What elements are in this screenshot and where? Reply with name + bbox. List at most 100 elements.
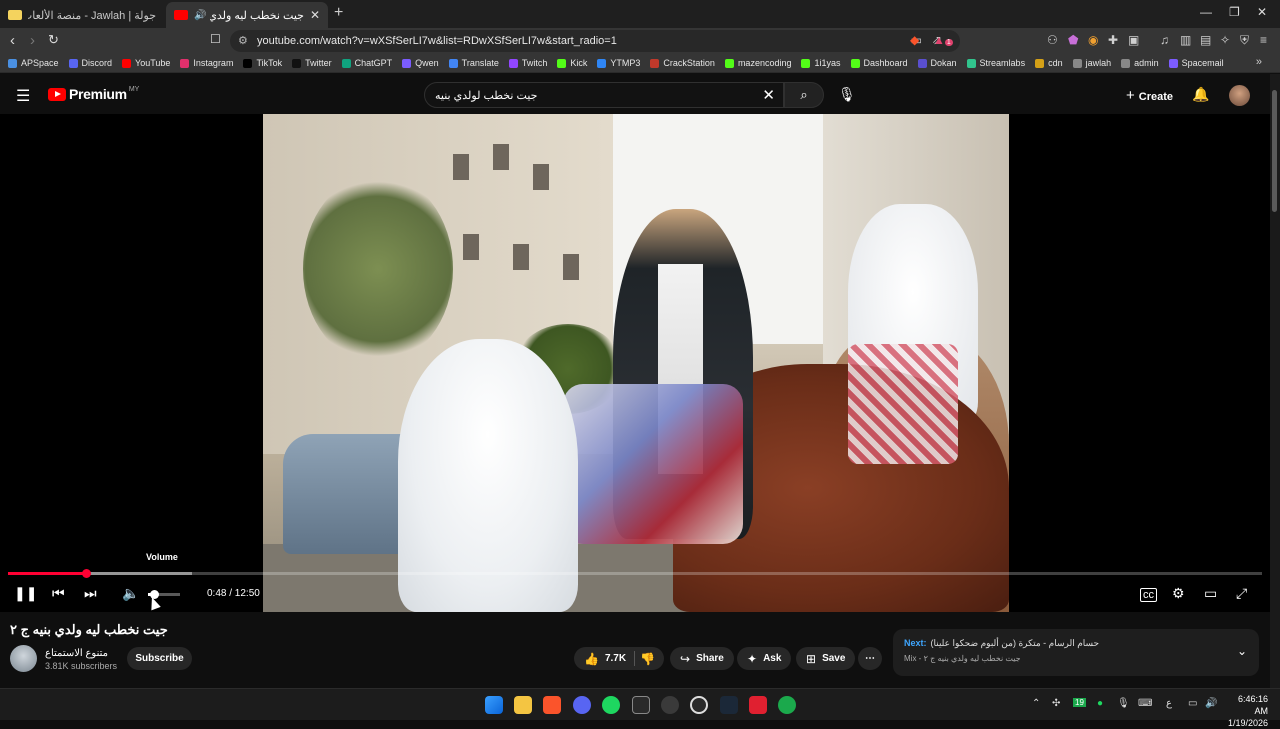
- steam-icon[interactable]: [720, 696, 738, 714]
- microphone-icon[interactable]: 🎙: [1117, 698, 1130, 709]
- volume-tray-icon[interactable]: 🔊: [1205, 698, 1217, 709]
- bookmark-qwen[interactable]: Qwen: [402, 58, 439, 68]
- brave-shield-icon[interactable]: ◆: [910, 33, 919, 47]
- network-icon[interactable]: ▭: [1188, 698, 1197, 709]
- search-button[interactable]: ⌕: [784, 82, 824, 108]
- extension-1-icon[interactable]: ⚇: [1047, 33, 1058, 47]
- close-tab-icon[interactable]: ✕: [310, 8, 320, 22]
- account-avatar[interactable]: [1229, 85, 1250, 106]
- speaker-icon[interactable]: 🔊: [194, 10, 206, 21]
- app-icon[interactable]: [661, 696, 679, 714]
- reload-icon[interactable]: ↻: [48, 32, 59, 48]
- obs-icon[interactable]: [690, 696, 708, 714]
- extension-3-icon[interactable]: ◉: [1088, 33, 1098, 47]
- windows-start-icon[interactable]: [485, 696, 503, 714]
- create-button[interactable]: + Create: [1126, 87, 1173, 104]
- theater-mode-icon[interactable]: ▭: [1204, 585, 1217, 602]
- search-input[interactable]: جيت نخطب لولدي بنيه ✕: [424, 82, 784, 108]
- tab-youtube-active[interactable]: 🔊 جيت نخطب ليه ولدي بنيه ج ٢ - ✕: [166, 2, 328, 28]
- bookmark-instagram[interactable]: Instagram: [180, 58, 233, 68]
- sidebar-icon[interactable]: ▥: [1180, 33, 1191, 47]
- bookmark-tiktok[interactable]: TikTok: [243, 58, 282, 68]
- bookmark-ytmp3[interactable]: YTMP3: [597, 58, 640, 68]
- clear-search-icon[interactable]: ✕: [762, 86, 775, 104]
- like-thumb-icon[interactable]: 👍: [584, 652, 599, 666]
- chevron-down-icon[interactable]: ⌄: [1237, 644, 1247, 658]
- new-tab-button[interactable]: +: [334, 4, 343, 22]
- bookmark-1i1yas[interactable]: 1i1yas: [801, 58, 841, 68]
- url-text[interactable]: youtube.com/watch?v=wXSfSerLI7w&list=RDw…: [257, 35, 617, 47]
- settings-gear-icon[interactable]: ⚙: [1172, 585, 1185, 602]
- file-explorer-icon[interactable]: [514, 696, 532, 714]
- brave-browser-icon[interactable]: [543, 696, 561, 714]
- video-frame[interactable]: [263, 114, 1009, 612]
- scrollbar-thumb[interactable]: [1272, 90, 1277, 212]
- channel-name[interactable]: متنوع الاستمتاع: [45, 648, 108, 659]
- voice-search-icon[interactable]: 🎙: [838, 86, 856, 103]
- video-player[interactable]: Volume ❚❚ ⏮ ⏭ 🔈 0:48 / 12:50 cc ⚙ ▭ ⤢: [0, 114, 1270, 612]
- bookmark-kick[interactable]: Kick: [557, 58, 587, 68]
- channel-avatar[interactable]: [10, 645, 37, 672]
- app-k-icon[interactable]: [749, 696, 767, 714]
- more-actions-button[interactable]: ⋯: [858, 647, 882, 670]
- bookmark-mazencoding[interactable]: mazencoding: [724, 58, 791, 68]
- wallet-icon[interactable]: ▤: [1200, 33, 1211, 47]
- media-icon[interactable]: ♫: [1160, 33, 1169, 47]
- tab-jawlah[interactable]: جولة | Jawlah - منصة الألعاب التفاعلية: [0, 2, 164, 28]
- brave-rewards-icon[interactable]: ▲ 1: [933, 33, 953, 47]
- system-clock[interactable]: 6:46:16 AM 1/19/2026: [1224, 693, 1268, 729]
- nzxt-icon[interactable]: [632, 696, 650, 714]
- bookmark-streamlabs[interactable]: Streamlabs: [966, 58, 1025, 68]
- fullscreen-icon[interactable]: ⤢: [1236, 585, 1247, 602]
- dislike-thumb-icon[interactable]: 👎: [640, 652, 655, 666]
- scrubber-knob[interactable]: [81, 569, 91, 578]
- bookmark-twitch[interactable]: Twitch: [508, 58, 547, 68]
- bookmark-dokan[interactable]: Dokan: [917, 58, 957, 68]
- bookmark-youtube[interactable]: YouTube: [122, 58, 170, 68]
- input-language[interactable]: ع: [1166, 698, 1172, 709]
- bookmarks-overflow-icon[interactable]: »: [1256, 56, 1262, 68]
- bookmark-chatgpt[interactable]: ChatGPT: [341, 58, 392, 68]
- tray-app-icon[interactable]: ✣: [1052, 698, 1060, 709]
- close-window-icon[interactable]: ✕: [1257, 5, 1267, 19]
- next-icon[interactable]: ⏭: [84, 585, 97, 602]
- save-button[interactable]: ⊞ Save: [796, 647, 856, 670]
- volume-slider[interactable]: [148, 590, 180, 599]
- progress-bar[interactable]: [8, 569, 1262, 578]
- bookmark-icon[interactable]: ☐: [210, 32, 221, 46]
- forward-icon[interactable]: ›: [30, 32, 35, 49]
- vpn-icon[interactable]: ⛨: [1240, 33, 1249, 48]
- keyboard-icon[interactable]: ⌨: [1138, 698, 1152, 709]
- minimize-icon[interactable]: —: [1200, 5, 1212, 19]
- notifications-bell-icon[interactable]: 🔔: [1192, 86, 1209, 103]
- site-info-icon[interactable]: ⚙: [238, 34, 248, 47]
- bookmark-admin[interactable]: admin: [1121, 58, 1159, 68]
- discord-icon[interactable]: [573, 696, 591, 714]
- bookmark-spacemail[interactable]: Spacemail: [1168, 58, 1224, 68]
- bookmark-cdn[interactable]: cdn: [1035, 58, 1063, 68]
- omnibox[interactable]: ⚙ youtube.com/watch?v=wXSfSerLI7w&list=R…: [230, 30, 960, 52]
- back-icon[interactable]: ‹: [10, 32, 15, 49]
- tray-badge[interactable]: 19: [1073, 698, 1086, 707]
- bookmark-apspace[interactable]: APSpace: [8, 58, 59, 68]
- previous-icon[interactable]: ⏮: [52, 585, 65, 602]
- restore-icon[interactable]: ❐: [1229, 5, 1240, 19]
- pause-icon[interactable]: ❚❚: [14, 585, 37, 602]
- subscribe-button[interactable]: Subscribe: [127, 647, 192, 670]
- bookmark-crackstation[interactable]: CrackStation: [650, 58, 715, 68]
- extension-4-icon[interactable]: ▣: [1128, 33, 1139, 47]
- tray-expand-icon[interactable]: ⌃: [1032, 698, 1040, 709]
- leo-ai-icon[interactable]: ✧: [1220, 33, 1230, 47]
- next-up-panel[interactable]: Next: حسام الرسام - متكرة (من ألبوم ضحكوا…: [893, 629, 1259, 676]
- ask-button[interactable]: ✦ Ask: [737, 647, 792, 670]
- extensions-puzzle-icon[interactable]: ✚: [1108, 33, 1118, 47]
- youtube-premium-logo[interactable]: Premium MY: [48, 86, 139, 102]
- spotify-icon[interactable]: [602, 696, 620, 714]
- volume-icon[interactable]: 🔈: [122, 585, 139, 602]
- bookmark-translate[interactable]: Translate: [448, 58, 499, 68]
- bookmark-jawlah[interactable]: jawlah: [1072, 58, 1111, 68]
- guide-menu-icon[interactable]: ☰: [16, 86, 30, 106]
- tray-status-icon[interactable]: ●: [1097, 698, 1103, 709]
- extension-2-icon[interactable]: ⬟: [1068, 33, 1078, 47]
- share-button[interactable]: ↪ Share: [670, 647, 734, 670]
